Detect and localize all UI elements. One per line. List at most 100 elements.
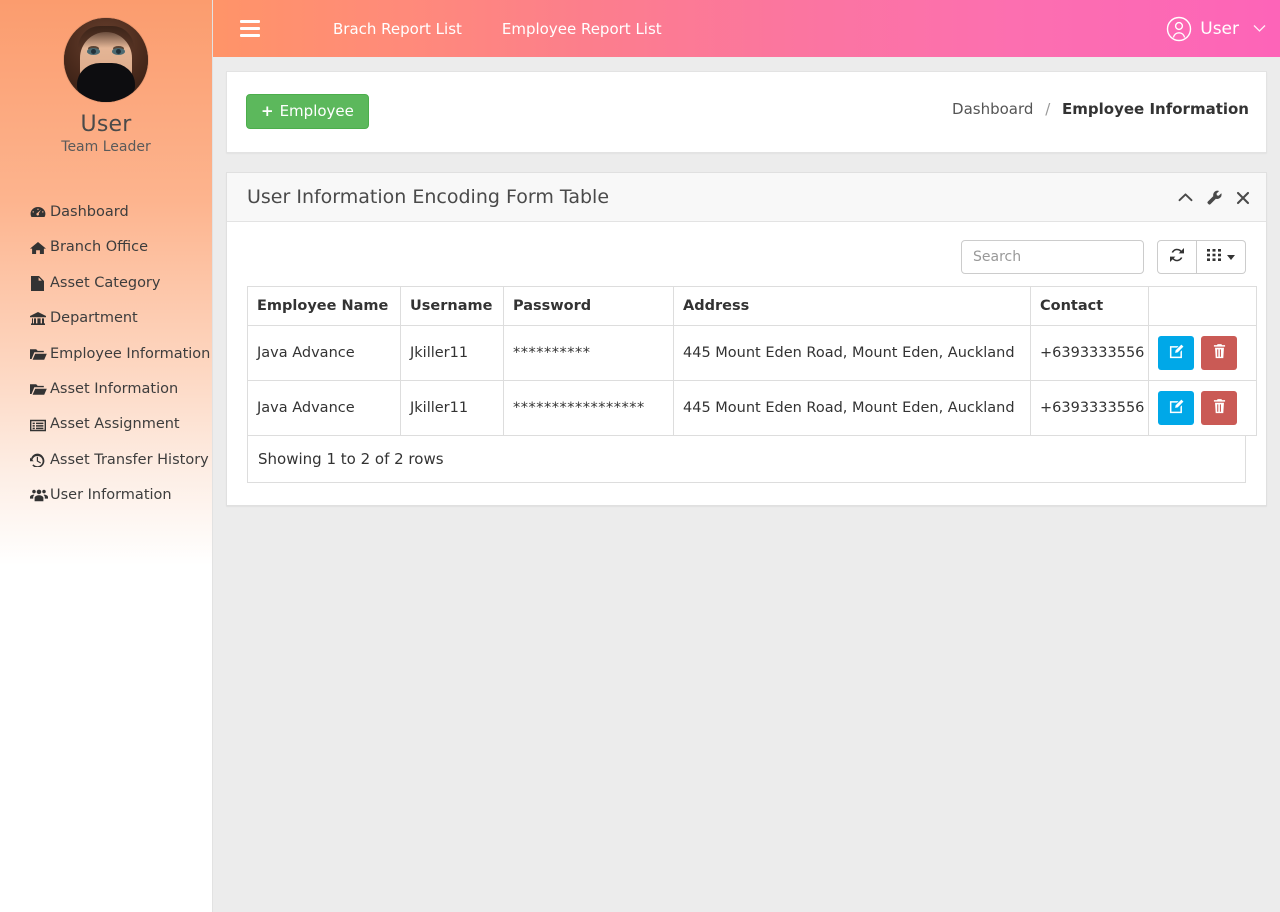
cell-contact: +6393333556 [1031,326,1149,381]
dashboard-icon [30,206,50,220]
sidebar-item-label: Branch Office [50,239,148,256]
sidebar-item-branch-office[interactable]: Branch Office [0,230,212,265]
chevron-up-icon[interactable] [1178,192,1193,203]
bank-icon [30,312,50,326]
column-header-password[interactable]: Password [504,287,674,326]
navbar-user-menu[interactable]: User [1166,0,1266,57]
users-icon [30,489,50,502]
main-content: + Employee Dashboard / Employee Informati… [213,57,1280,912]
sidebar-user-role: Team Leader [0,139,212,155]
edit-row-button[interactable] [1158,391,1194,425]
table-footer-info: Showing 1 to 2 of 2 rows [247,436,1246,483]
panel-title: User Information Encoding Form Table [247,186,609,208]
breadcrumb-dashboard[interactable]: Dashboard [952,100,1033,118]
wrench-icon[interactable] [1207,190,1222,205]
cell-address: 445 Mount Eden Road, Mount Eden, Aucklan… [674,381,1031,436]
delete-row-button[interactable] [1201,391,1237,425]
column-header-address[interactable]: Address [674,287,1031,326]
times-icon[interactable] [1236,191,1250,205]
cell-username: Jkiller11 [401,326,504,381]
navbar-links: Brach Report List Employee Report List [313,0,682,57]
trash-icon [1213,344,1226,362]
content-header: + Employee Dashboard / Employee Informati… [226,71,1267,153]
sidebar: User Team Leader Dashboard Branch Office [0,0,213,912]
refresh-icon [1169,247,1185,267]
cell-address: 445 Mount Eden Road, Mount Eden, Aucklan… [674,326,1031,381]
employee-table: Employee Name Username Password Address … [247,286,1257,436]
table-body: Java Advance Jkiller11 ********** 445 Mo… [248,326,1257,436]
sidebar-item-label: User Information [50,487,172,504]
user-circle-icon [1166,16,1192,42]
user-information-panel: User Information Encoding Form Table [226,172,1267,506]
column-header-contact[interactable]: Contact [1031,287,1149,326]
sidebar-profile: User Team Leader [0,0,212,155]
plus-icon: + [261,102,274,120]
breadcrumb: Dashboard / Employee Information [952,100,1249,118]
home-icon [30,241,50,255]
sidebar-item-label: Asset Assignment [50,416,180,433]
history-icon [30,453,50,467]
column-header-actions [1149,287,1257,326]
sidebar-user-name: User [0,112,212,137]
nav-link-brach-report-list[interactable]: Brach Report List [313,20,482,38]
trash-icon [1213,399,1226,417]
cell-password: ***************** [504,381,674,436]
column-header-employee-name[interactable]: Employee Name [248,287,401,326]
sidebar-item-department[interactable]: Department [0,301,212,336]
add-employee-button[interactable]: + Employee [246,94,369,129]
sidebar-item-label: Asset Transfer History [50,452,209,469]
sidebar-item-label: Department [50,310,138,327]
chevron-down-icon [1253,22,1266,36]
panel-header: User Information Encoding Form Table [227,173,1266,222]
table-header-row: Employee Name Username Password Address … [248,287,1257,326]
sidebar-item-label: Asset Category [50,275,160,292]
cell-employee-name: Java Advance [248,381,401,436]
cell-username: Jkiller11 [401,381,504,436]
file-text-icon [30,276,50,291]
cell-contact: +6393333556 [1031,381,1149,436]
navbar-user-label: User [1200,19,1239,39]
sidebar-item-asset-information[interactable]: Asset Information [0,372,212,407]
cell-actions [1149,381,1257,436]
folder-open-icon [30,383,50,396]
sidebar-item-user-information[interactable]: User Information [0,478,212,513]
table-row[interactable]: Java Advance Jkiller11 ********** 445 Mo… [248,326,1257,381]
add-employee-label: Employee [280,102,354,120]
cell-password: ********** [504,326,674,381]
sidebar-item-dashboard[interactable]: Dashboard [0,195,212,230]
columns-dropdown-button[interactable] [1197,240,1246,274]
sidebar-item-label: Dashboard [50,204,129,221]
caret-down-icon [1227,255,1235,260]
table-head: Employee Name Username Password Address … [248,287,1257,326]
sidebar-item-asset-assignment[interactable]: Asset Assignment [0,407,212,442]
table-row[interactable]: Java Advance Jkiller11 *****************… [248,381,1257,436]
nav-link-employee-report-list[interactable]: Employee Report List [482,20,682,38]
top-navbar: Brach Report List Employee Report List U… [213,0,1280,57]
list-alt-icon [30,419,50,432]
sidebar-item-label: Employee Information [50,346,210,363]
breadcrumb-separator: / [1045,100,1050,118]
table-toolbar [247,240,1246,274]
column-header-username[interactable]: Username [401,287,504,326]
grid-icon [1207,248,1221,266]
table-tool-buttons [1157,240,1246,274]
cell-employee-name: Java Advance [248,326,401,381]
cell-actions [1149,326,1257,381]
breadcrumb-current: Employee Information [1062,100,1249,118]
panel-tools [1178,173,1250,222]
panel-body: Employee Name Username Password Address … [227,222,1266,505]
edit-icon [1169,399,1184,417]
sidebar-menu: Dashboard Branch Office Asset Category D… [0,195,212,514]
delete-row-button[interactable] [1201,336,1237,370]
app-root: User Team Leader Dashboard Branch Office [0,0,1280,912]
sidebar-item-employee-information[interactable]: Employee Information [0,337,212,372]
avatar [64,18,148,102]
refresh-button[interactable] [1157,240,1197,274]
sidebar-item-label: Asset Information [50,381,178,398]
folder-open-icon [30,348,50,361]
edit-row-button[interactable] [1158,336,1194,370]
sidebar-item-asset-transfer-history[interactable]: Asset Transfer History [0,443,212,478]
sidebar-item-asset-category[interactable]: Asset Category [0,266,212,301]
hamburger-icon[interactable] [237,16,263,40]
search-input[interactable] [961,240,1144,274]
